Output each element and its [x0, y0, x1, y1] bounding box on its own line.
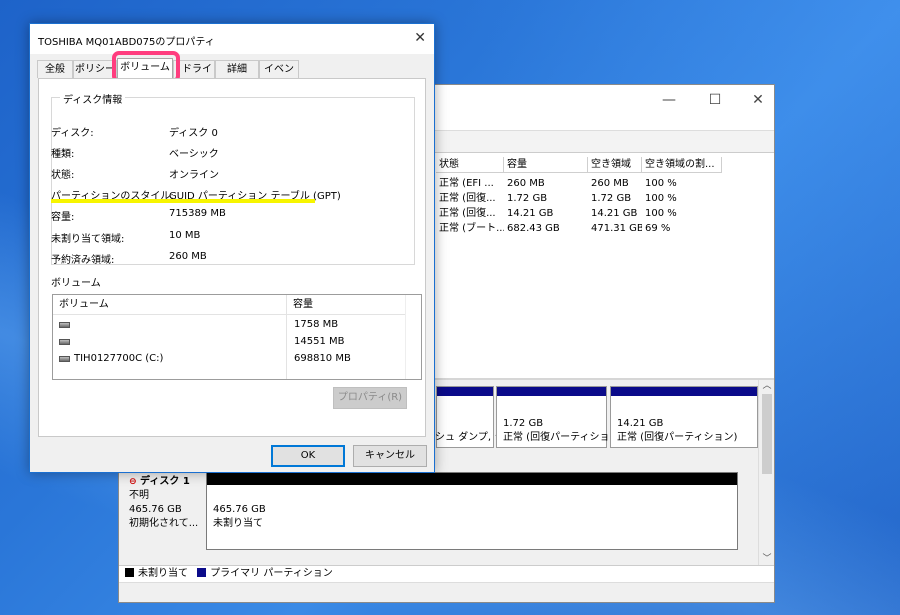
volume-size: 14551 MB [294, 336, 345, 347]
primary-partition-bar [437, 387, 493, 396]
column-header-capacity[interactable]: 容量 [504, 157, 588, 173]
column-header-free-percent[interactable]: 空き領域の割... [642, 157, 722, 173]
column-header-capacity[interactable]: 容量 [287, 295, 405, 315]
dialog-title: TOSHIBA MQ01ABD075のプロパティ [38, 37, 215, 48]
volume-list[interactable]: ボリューム 容量 1758 MB 14551 MB TIH0127700C (C… [52, 294, 422, 380]
partition-size: 14.21 GB [617, 418, 664, 429]
table-cell: 260 MB [591, 178, 629, 189]
maximize-button[interactable]: ☐ [700, 90, 730, 110]
type-value: ベーシック [169, 149, 219, 160]
table-cell: 260 MB [507, 178, 545, 189]
column-header-volume[interactable]: ボリューム [53, 295, 286, 315]
unallocated-bar [207, 473, 737, 485]
partition-status: 未割り当て [213, 518, 263, 529]
table-cell: 471.31 GB [591, 223, 642, 234]
disk1-type: 不明 [129, 490, 149, 501]
dialog-titlebar[interactable]: TOSHIBA MQ01ABD075のプロパティ ✕ [30, 24, 434, 54]
close-button[interactable]: ✕ [743, 90, 773, 110]
scroll-up-icon[interactable]: ︿ [759, 380, 775, 392]
primary-partition-swatch [197, 568, 207, 577]
column-header-free-space[interactable]: 空き領域 [588, 157, 642, 173]
reserved-value: 260 MB [169, 251, 207, 262]
volumes-tab-panel: ディスク情報 ディスク: ディスク 0 種類: ベーシック 状態: オンライン … [38, 78, 426, 437]
cancel-button[interactable]: キャンセル [353, 445, 427, 467]
legend-primary-partition: プライマリ パーティション [210, 568, 333, 579]
table-cell: 正常 (回復... [439, 193, 496, 204]
table-cell: 14.21 GB [507, 208, 554, 219]
list-item[interactable]: 14551 MB [53, 334, 407, 350]
properties-dialog[interactable]: TOSHIBA MQ01ABD075のプロパティ ✕ 全般 ポリシー ボリューム… [29, 23, 435, 473]
tab-events[interactable]: イベント [259, 60, 299, 92]
disk1-name: ディスク 1 [140, 476, 190, 487]
volume-list-scrollbar[interactable] [405, 295, 421, 379]
properties-button[interactable]: プロパティ(R) [333, 387, 407, 409]
table-cell: 正常 (EFI ... [439, 178, 494, 189]
close-icon[interactable]: ✕ [414, 30, 426, 46]
legend-unallocated: 未割り当て [138, 568, 188, 579]
table-cell: 正常 (ブート... [439, 223, 504, 234]
type-label: 種類: [51, 149, 75, 160]
table-cell: 正常 (回復... [439, 208, 496, 219]
disk1-label[interactable]: ⊖ ディスク 1 不明 465.76 GB 初期化されて... [121, 472, 205, 550]
table-cell: 14.21 GB [591, 208, 638, 219]
partition-status: シュ ダンプ, ^ [435, 432, 503, 443]
disk1-unallocated-partition[interactable]: 465.76 GB 未割り当て [206, 472, 738, 550]
minimize-button[interactable]: — [654, 90, 684, 110]
table-cell: 1.72 GB [591, 193, 632, 204]
volume-name: TIH0127700C (C:) [74, 353, 164, 364]
unallocated-swatch [125, 568, 134, 577]
disk1-size: 465.76 GB [129, 504, 182, 515]
disk1-state: 初期化されて... [129, 518, 199, 529]
volume-icon [59, 339, 70, 345]
scroll-thumb[interactable] [762, 394, 772, 474]
partition-size: 465.76 GB [213, 504, 266, 515]
tab-policy[interactable]: ポリシー [73, 60, 117, 78]
disk0-partition-recovery-1[interactable]: 1.72 GB 正常 (回復パーティション [496, 386, 619, 448]
unallocated-label: 未割り当て領域: [51, 234, 125, 245]
tab-details[interactable]: 詳細 [215, 60, 259, 78]
list-item[interactable]: TIH0127700C (C:) 698810 MB [53, 351, 407, 367]
disk-info-title: ディスク情報 [60, 91, 126, 106]
table-cell: 100 % [645, 178, 677, 189]
status-value: オンライン [169, 170, 219, 181]
ok-button[interactable]: OK [271, 445, 345, 467]
capacity-value: 715389 MB [169, 208, 226, 219]
disk-label: ディスク: [51, 128, 94, 139]
highlight-underline [51, 199, 315, 203]
table-cell: 1.72 GB [507, 193, 548, 204]
status-bar [119, 582, 774, 602]
disk-value: ディスク 0 [169, 128, 218, 139]
volume-icon [59, 322, 70, 328]
volume-icon [59, 356, 70, 362]
list-item[interactable]: 1758 MB [53, 317, 407, 333]
table-cell: 100 % [645, 193, 677, 204]
table-cell: 100 % [645, 208, 677, 219]
capacity-label: 容量: [51, 212, 75, 223]
disk0-partition-dump[interactable]: シュ ダンプ, ^ [435, 386, 503, 448]
partition-status: 正常 (回復パーティション) [617, 432, 738, 443]
volumes-section-title: ボリューム [51, 278, 101, 289]
primary-partition-bar [611, 387, 757, 396]
scroll-down-icon[interactable]: ﹀ [759, 553, 775, 565]
disk0-partition-recovery-2[interactable]: 14.21 GB 正常 (回復パーティション) [610, 386, 758, 448]
disk1-name-row: ⊖ ディスク 1 [129, 475, 205, 489]
primary-partition-bar [497, 387, 606, 396]
unallocated-value: 10 MB [169, 230, 201, 241]
disk-error-icon: ⊖ [129, 477, 137, 487]
column-header-status[interactable]: 状態 [436, 157, 504, 173]
partition-size: 1.72 GB [503, 418, 544, 429]
volume-size: 698810 MB [294, 353, 351, 364]
partition-status: 正常 (回復パーティション [503, 432, 620, 443]
table-cell: 69 % [645, 223, 671, 234]
status-label: 状態: [51, 170, 75, 181]
volume-size: 1758 MB [294, 319, 339, 330]
graph-scrollbar[interactable]: ︿ ﹀ [758, 380, 774, 565]
tab-general[interactable]: 全般 [37, 60, 73, 78]
reserved-label: 予約済み領域: [51, 255, 115, 266]
legend: 未割り当て プライマリ パーティション [119, 565, 774, 582]
table-cell: 682.43 GB [507, 223, 560, 234]
